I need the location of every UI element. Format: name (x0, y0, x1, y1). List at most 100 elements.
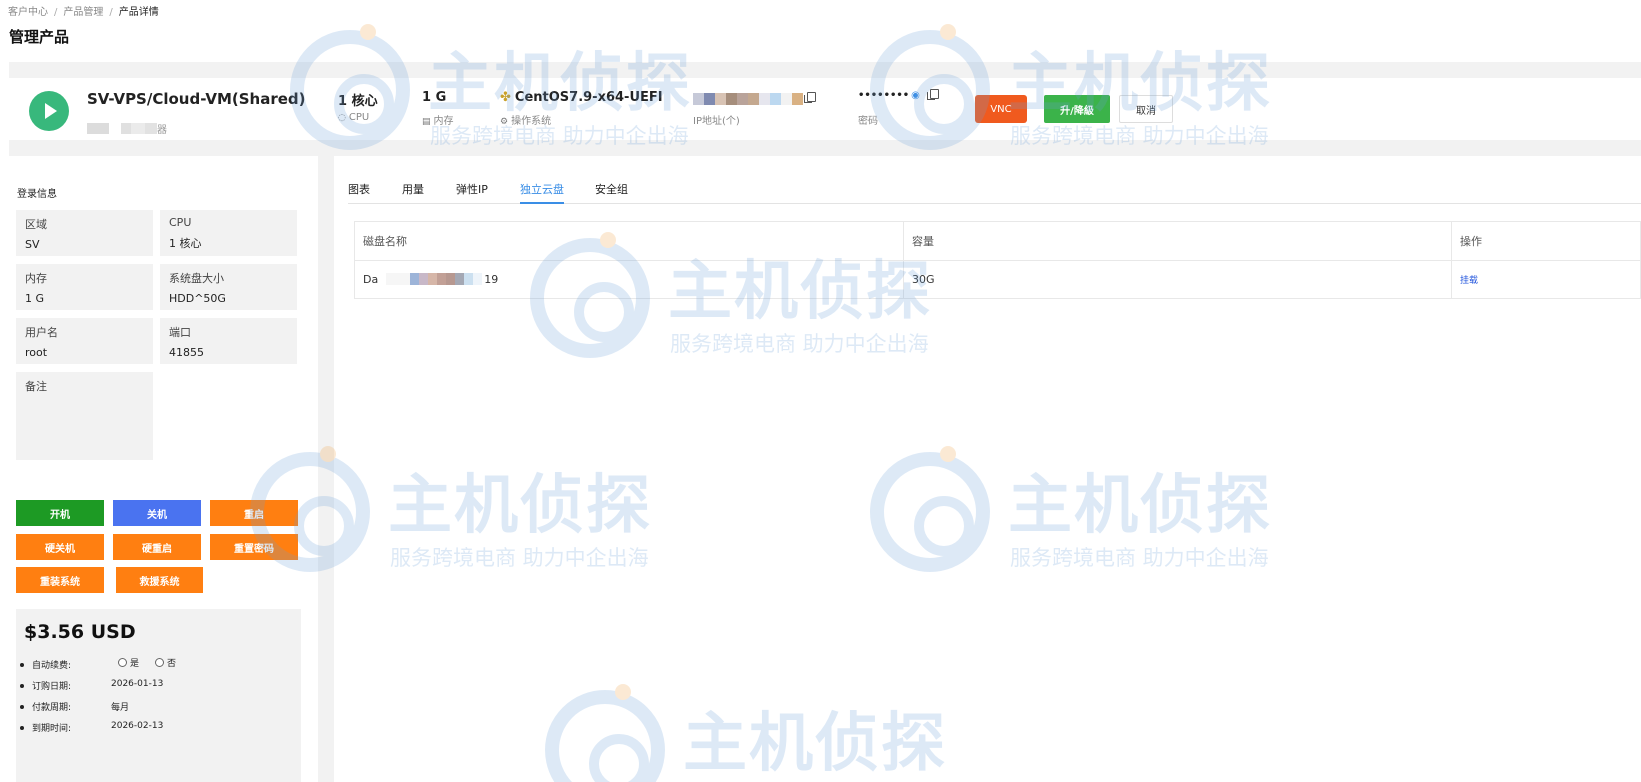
watermark-brand: 主机侦探 (1008, 469, 1272, 543)
tab-independent-disk[interactable]: 独立云盘 (520, 181, 564, 204)
operation-cell: 挂载 (1451, 260, 1641, 299)
memory-label: ▤ 内存 (422, 116, 454, 127)
auto-renew-key: 自动续费: (32, 661, 72, 671)
masked-text (121, 123, 131, 134)
copy-password-icon[interactable] (926, 89, 939, 100)
reset-password-button[interactable]: 重置密码 (210, 534, 298, 560)
reinstall-system-button[interactable]: 重装系统 (16, 567, 104, 593)
list-item: 付款周期: 每月 (16, 699, 301, 720)
disk-table: 磁盘名称 容量 操作 Da 19 30G 挂载 (354, 221, 1641, 299)
price: $3.56 USD (24, 621, 136, 643)
info-memory: 内存 1 G (16, 264, 153, 310)
product-header: SV-VPS/Cloud-VM(Shared) 器 1 核心 ◌ CPU 1 G … (9, 78, 1641, 140)
spec-password: •••••••• ◉ 密码 (858, 89, 939, 127)
auto-renew-no-radio[interactable] (155, 658, 165, 667)
username-value: root (25, 346, 48, 359)
region-key: 区域 (25, 218, 47, 231)
centos-logo-icon: ✤ (500, 90, 511, 105)
watermark-dot (940, 446, 956, 462)
cpu-label: ◌ CPU (338, 112, 370, 123)
gear-icon: ⚙ (500, 117, 509, 127)
capacity-cell: 30G (903, 260, 1452, 299)
disk-name-suffix: 19 (484, 273, 499, 286)
hard-power-off-button[interactable]: 硬关机 (16, 534, 104, 560)
masked-text (131, 123, 145, 134)
auto-renew-yes-label: 是 (130, 659, 140, 669)
frame-divider (318, 156, 334, 782)
cpu-value: 1 核心 (338, 94, 378, 109)
watermark-brand: 主机侦探 (388, 469, 652, 543)
watermark: 主机侦探 (545, 684, 985, 782)
page-title: 管理产品 (9, 28, 70, 46)
memory-icon: ▤ (422, 117, 431, 127)
breadcrumb-separator: / (109, 7, 113, 18)
masked-disk-id (386, 273, 483, 285)
memory-value: 1 G (422, 90, 447, 105)
info-username: 用户名 root (16, 318, 153, 364)
tab-usage[interactable]: 用量 (402, 181, 424, 204)
info-cpu: CPU 1 核心 (160, 210, 297, 256)
table-header-row: 磁盘名称 容量 操作 (354, 221, 1641, 261)
port-value: 41855 (169, 346, 204, 359)
system-disk-value: HDD^50G (169, 292, 226, 305)
product-name: SV-VPS/Cloud-VM(Shared) (87, 90, 306, 108)
frame-mid (9, 140, 1641, 156)
rescue-system-button[interactable]: 救援系统 (116, 567, 203, 593)
header-disk-name: 磁盘名称 (354, 221, 904, 261)
auto-renew-yes-radio[interactable] (118, 658, 127, 667)
auto-renew-options: 是否 (118, 656, 176, 669)
tab-charts[interactable]: 图表 (348, 181, 370, 204)
frame-top (9, 62, 1641, 78)
play-icon (29, 91, 69, 131)
eye-icon[interactable]: ◉ (911, 90, 920, 101)
payment-cycle-key: 付款周期: (32, 703, 72, 713)
masked-text (87, 123, 109, 134)
region-value: SV (25, 238, 40, 251)
tab-elastic-ip[interactable]: 弹性IP (456, 181, 488, 204)
tab-security-group[interactable]: 安全组 (595, 181, 628, 204)
ip-value (693, 90, 816, 108)
spec-os: ✤ CentOS7.9-x64-UEFI ⚙ 操作系统 (500, 90, 663, 127)
order-date-value: 2026-01-13 (111, 679, 164, 689)
breadcrumb-separator: / (54, 7, 58, 18)
power-off-button[interactable]: 关机 (113, 500, 201, 526)
spec-memory: 1 G ▤ 内存 (422, 90, 454, 127)
product-hostname: 器 (87, 118, 167, 136)
info-region: 区域 SV (16, 210, 153, 256)
hard-restart-button[interactable]: 硬重启 (113, 534, 201, 560)
watermark-slogan: 服务跨境电商 助力中企出海 (670, 332, 929, 356)
list-item: 到期时间: 2026-02-13 (16, 720, 301, 741)
password-label: 密码 (858, 116, 878, 127)
payment-cycle-value: 每月 (111, 703, 130, 713)
spec-ip: IP地址(个) (693, 90, 816, 127)
os-label: ⚙ 操作系统 (500, 116, 552, 127)
power-on-button[interactable]: 开机 (16, 500, 104, 526)
copy-ip-icon[interactable] (804, 91, 816, 103)
vnc-button[interactable]: VNC (975, 95, 1027, 123)
list-item: 订购日期: 2026-01-13 (16, 678, 301, 699)
port-key: 端口 (169, 326, 191, 339)
cpu-value: 1 核心 (169, 237, 202, 250)
memory-value: 1 G (25, 292, 45, 305)
breadcrumb: 客户中心 / 产品管理 / 产品详情 (8, 3, 159, 18)
mount-link[interactable]: 挂载 (1460, 276, 1478, 286)
upgrade-downgrade-button[interactable]: 升/降級 (1044, 95, 1110, 123)
list-item: 自动续费: 是否 (16, 657, 301, 678)
expire-date-key: 到期时间: (32, 724, 72, 734)
watermark-slogan: 服务跨境电商 助力中企出海 (1010, 546, 1269, 570)
breadcrumb-product-detail: 产品详情 (118, 7, 159, 18)
cancel-button[interactable]: 取消 (1119, 95, 1173, 123)
billing-list: 自动续费: 是否 订购日期: 2026-01-13 付款周期: 每月 到期时间:… (16, 657, 301, 741)
disk-name-cell: Da 19 (354, 260, 904, 299)
password-value: •••••••• ◉ (858, 89, 939, 108)
cpu-key: CPU (169, 216, 192, 229)
breadcrumb-product-management[interactable]: 产品管理 (63, 7, 103, 18)
masked-text (145, 123, 157, 134)
watermark: 主机侦探服务跨境电商 助力中企出海 (870, 446, 1310, 582)
watermark-globe-icon (545, 690, 665, 782)
watermark-slogan: 服务跨境电商 助力中企出海 (390, 546, 649, 570)
breadcrumb-customer-center[interactable]: 客户中心 (8, 7, 48, 18)
ip-label: IP地址(个) (693, 116, 740, 127)
restart-button[interactable]: 重启 (210, 500, 298, 526)
memory-key: 内存 (25, 272, 47, 285)
